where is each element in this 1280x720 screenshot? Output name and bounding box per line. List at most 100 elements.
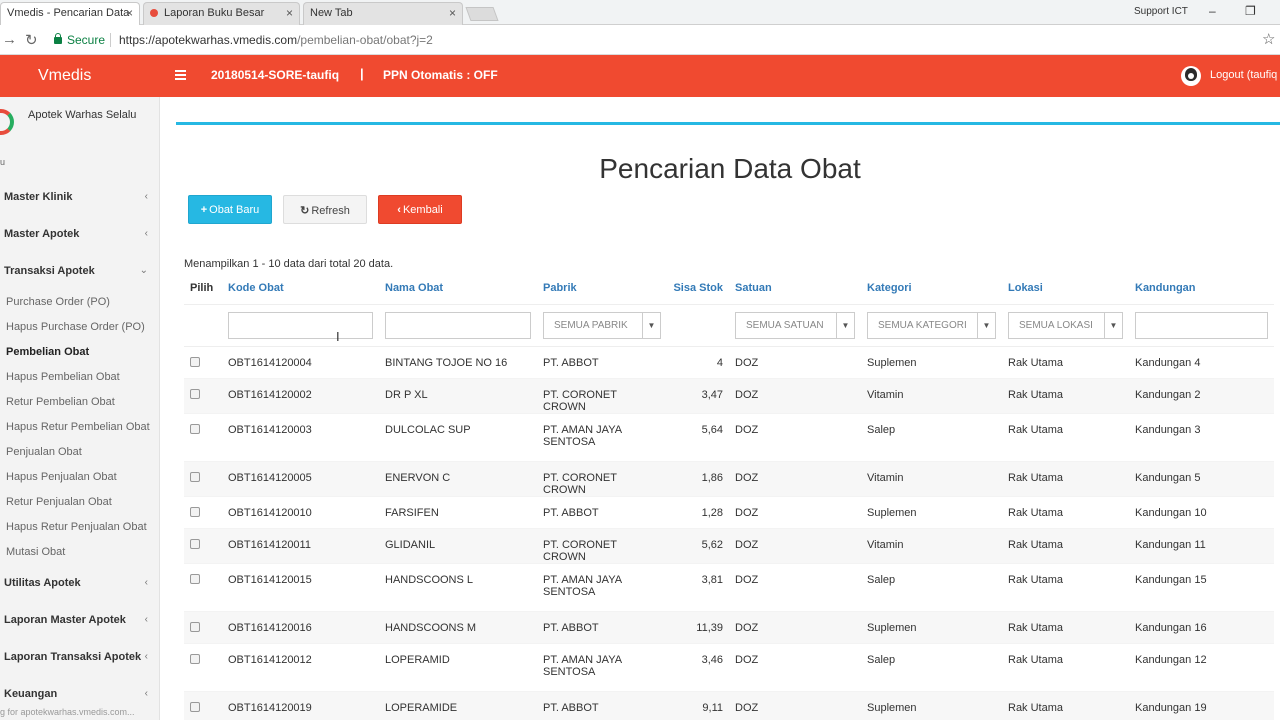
submenu-purchase-order[interactable]: Purchase Order (PO) (6, 296, 110, 308)
new-obat-button[interactable]: + Obat Baru (188, 195, 272, 224)
submenu-hapus-retur-penjualan-obat[interactable]: Hapus Retur Penjualan Obat (6, 521, 147, 533)
forward-icon[interactable]: → (2, 31, 17, 48)
table-row[interactable]: OBT1614120002 DR P XL PT. CORONET CROWN 3,4… (184, 377, 1274, 413)
refresh-icon: ↻ (300, 205, 310, 217)
cell-kandungan: Kandungan 3 (1129, 412, 1274, 461)
minimize-icon[interactable]: – (1209, 4, 1216, 18)
col-header-satuan[interactable]: Satuan (729, 272, 861, 305)
pabrik-filter-select[interactable]: SEMUA PABRIK ▼ (543, 311, 661, 339)
button-label: Kembali (402, 204, 443, 216)
secure-indicator[interactable]: Secure (54, 33, 105, 47)
tab-title: New Tab (310, 7, 353, 19)
row-checkbox[interactable] (190, 701, 200, 712)
pagination-summary: Menampilkan 1 - 10 data dari total 20 da… (184, 258, 394, 270)
menu-transaksi-apotek[interactable]: Transaksi Apotek ⌄ (4, 265, 154, 277)
filter-cell: SEMUA LOKASI ▼ (1002, 304, 1129, 347)
row-checkbox[interactable] (190, 653, 200, 664)
url-host: https://apotekwarhas.vmedis.com (119, 33, 298, 47)
row-checkbox[interactable] (190, 621, 200, 632)
lokasi-filter-select[interactable]: SEMUA LOKASI ▼ (1008, 311, 1123, 339)
row-checkbox[interactable] (190, 471, 200, 482)
logout-link[interactable]: Logout (taufiq (1210, 69, 1277, 81)
table-row[interactable]: OBT1614120005 ENERVON C PT. CORONET CROWN 1… (184, 460, 1274, 496)
cell-stok: 3,47 (667, 377, 729, 413)
table-row[interactable]: OBT1614120016 HANDSCOONS M PT. ABBOT 11,39 D… (184, 610, 1274, 643)
submenu-retur-pembelian-obat[interactable]: Retur Pembelian Obat (6, 396, 115, 408)
table-row[interactable]: OBT1614120019 LOPERAMIDE PT. ABBOT 9,11 DOZ S… (184, 690, 1274, 720)
brand-logo[interactable]: Vmedis (38, 67, 91, 85)
menu-laporan-transaksi-apotek[interactable]: Laporan Transaksi Apotek ‹ (4, 651, 154, 663)
new-tab-button[interactable] (465, 7, 499, 21)
cell-kategori: Salep (861, 412, 1002, 461)
col-header-lokasi[interactable]: Lokasi (1002, 272, 1129, 305)
cell-satuan: DOZ (729, 495, 861, 528)
row-checkbox[interactable] (190, 423, 200, 434)
url-field[interactable]: https://apotekwarhas.vmedis.com/pembelia… (119, 33, 433, 47)
menu-label: Laporan Master Apotek (4, 614, 126, 626)
lock-icon (54, 33, 62, 44)
close-tab-icon[interactable]: × (286, 6, 293, 20)
menu-toggle-icon[interactable] (175, 70, 186, 80)
submenu-mutasi-obat[interactable]: Mutasi Obat (6, 546, 65, 558)
kategori-filter-select[interactable]: SEMUA KATEGORI ▼ (867, 311, 996, 339)
cell-kode: OBT1614120011 (222, 527, 379, 563)
chevron-down-icon: ⌄ (139, 265, 148, 276)
browser-tab-laporan[interactable]: Laporan Buku Besar × (143, 2, 300, 25)
cell-lokasi: Rak Utama (1002, 610, 1129, 643)
cell-lokasi: Rak Utama (1002, 562, 1129, 611)
menu-keuangan[interactable]: Keuangan ‹ (4, 688, 154, 700)
table-row[interactable]: OBT1614120011 GLIDANIL PT. CORONET CROWN 5,… (184, 527, 1274, 563)
select-cell (184, 690, 222, 720)
menu-master-apotek[interactable]: Master Apotek ‹ (4, 228, 154, 240)
table-row[interactable]: OBT1614120004 BINTANG TOJOE NO 16 PT. ABBO… (184, 345, 1274, 378)
browser-tab-newtab[interactable]: New Tab × (303, 2, 463, 25)
cell-kandungan: Kandungan 4 (1129, 345, 1274, 378)
refresh-button[interactable]: ↻ Refresh (283, 195, 367, 224)
close-tab-icon[interactable]: × (449, 6, 456, 20)
col-header-nama-obat[interactable]: Nama Obat (379, 272, 537, 305)
browser-tab-vmedis[interactable]: Vmedis - Pencarian Data × (0, 2, 140, 25)
col-header-sisa-stok[interactable]: Sisa Stok (667, 272, 729, 305)
kandungan-filter-input[interactable] (1135, 311, 1268, 339)
cell-kategori: Vitamin (861, 460, 1002, 496)
table-row[interactable]: OBT1614120015 HANDSCOONS L PT. AMAN JAYA S… (184, 562, 1274, 611)
reload-icon[interactable]: ↻ (25, 31, 38, 49)
table-row[interactable]: OBT1614120012 LOPERAMID PT. AMAN JAYA SENT… (184, 642, 1274, 691)
submenu-retur-penjualan-obat[interactable]: Retur Penjualan Obat (6, 496, 112, 508)
user-avatar[interactable] (1181, 66, 1201, 86)
table-row[interactable]: OBT1614120010 FARSIFEN PT. ABBOT 1,28 DOZ Sup… (184, 495, 1274, 528)
filter-cell: SEMUA KATEGORI ▼ (861, 304, 1002, 347)
row-checkbox[interactable] (190, 538, 200, 549)
restore-icon[interactable]: ❐ (1245, 4, 1256, 18)
table-row[interactable]: OBT1614120003 DULCOLAC SUP PT. AMAN JAYA S… (184, 412, 1274, 461)
row-checkbox[interactable] (190, 573, 200, 584)
cell-satuan: DOZ (729, 412, 861, 461)
select-cell (184, 527, 222, 563)
menu-laporan-master-apotek[interactable]: Laporan Master Apotek ‹ (4, 614, 154, 626)
col-header-pabrik[interactable]: Pabrik (537, 272, 667, 305)
close-tab-icon[interactable]: × (126, 6, 133, 20)
submenu-hapus-pembelian-obat[interactable]: Hapus Pembelian Obat (6, 371, 120, 383)
submenu-hapus-purchase-order[interactable]: Hapus Purchase Order (PO) (6, 321, 145, 333)
submenu-hapus-penjualan-obat[interactable]: Hapus Penjualan Obat (6, 471, 117, 483)
row-checkbox[interactable] (190, 506, 200, 517)
cell-satuan: DOZ (729, 642, 861, 691)
col-header-kode-obat[interactable]: Kode Obat (222, 272, 379, 305)
back-button[interactable]: ‹ Kembali (378, 195, 462, 224)
row-checkbox[interactable] (190, 388, 200, 399)
col-header-kategori[interactable]: Kategori (861, 272, 1002, 305)
filter-cell: SEMUA PABRIK ▼ (537, 304, 667, 347)
cell-nama: ENERVON C (379, 460, 537, 496)
submenu-penjualan-obat[interactable]: Penjualan Obat (6, 446, 82, 458)
nama-obat-filter-input[interactable] (385, 311, 531, 339)
submenu-pembelian-obat[interactable]: Pembelian Obat (6, 346, 89, 358)
kode-obat-filter-input[interactable] (228, 311, 373, 339)
row-checkbox[interactable] (190, 356, 200, 367)
menu-utilitas-apotek[interactable]: Utilitas Apotek ‹ (4, 577, 154, 589)
satuan-filter-select[interactable]: SEMUA SATUAN ▼ (735, 311, 855, 339)
menu-master-klinik[interactable]: Master Klinik ‹ (4, 191, 154, 203)
submenu-hapus-retur-pembelian-obat[interactable]: Hapus Retur Pembelian Obat (6, 421, 150, 433)
col-header-kandungan[interactable]: Kandungan (1129, 272, 1274, 305)
status-bar-url: g for apotekwarhas.vmedis.com... (0, 707, 135, 717)
bookmark-star-icon[interactable]: ☆ (1262, 30, 1275, 48)
